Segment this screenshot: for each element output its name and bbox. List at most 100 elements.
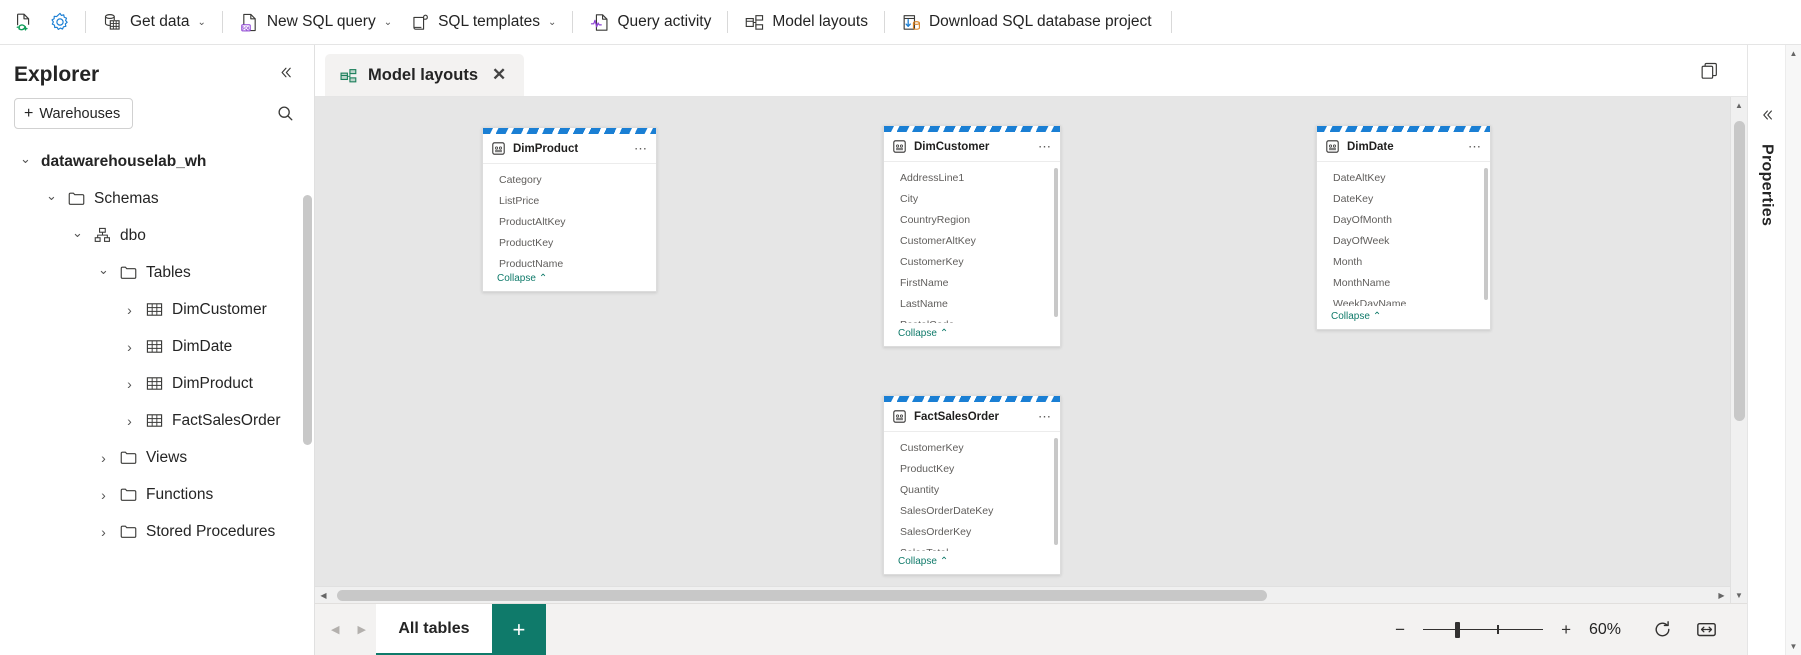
- tree-item-schemas[interactable]: ⌄ Schemas: [0, 180, 314, 217]
- tree-item-factsalesorder[interactable]: › FactSalesOrder: [0, 402, 314, 439]
- page-scrollbar[interactable]: ▲ ▼: [1785, 45, 1801, 655]
- entity-card-dimdate[interactable]: DimDate ⋯ DateAltKey DateKey DayOfMonth DayOf…: [1316, 125, 1491, 330]
- entity-field[interactable]: DayOfWeek: [1317, 230, 1490, 251]
- chevron-right-icon[interactable]: ›: [96, 450, 111, 466]
- model-diagram-canvas[interactable]: DimProduct ⋯ Category ListPrice ProductAltKe…: [315, 97, 1730, 586]
- entity-field[interactable]: ListPrice: [483, 190, 656, 211]
- copy-layouts-button[interactable]: [1694, 55, 1725, 86]
- next-page-button[interactable]: ▶: [353, 619, 369, 640]
- model-layouts-button[interactable]: Model layouts: [735, 6, 877, 38]
- entity-field[interactable]: Quantity: [884, 479, 1060, 500]
- entity-field[interactable]: WeekDayName: [1317, 293, 1490, 307]
- chevron-right-icon[interactable]: ›: [122, 376, 137, 392]
- tree-item-stored-procedures[interactable]: › Stored Procedures: [0, 513, 314, 550]
- entity-card-factsalesorder[interactable]: FactSalesOrder ⋯ CustomerKey ProductKey Quan…: [883, 395, 1061, 575]
- chevron-right-icon[interactable]: ›: [122, 413, 137, 429]
- entity-card-collapse-button[interactable]: Collapse ⌃: [1317, 306, 1490, 329]
- page-scroll-down-arrow[interactable]: ▼: [1790, 642, 1798, 651]
- download-sql-project-button[interactable]: Download SQL database project: [892, 6, 1161, 38]
- page-tab-all-tables[interactable]: All tables: [375, 604, 492, 655]
- zoom-out-button[interactable]: −: [1393, 620, 1407, 640]
- zoom-slider-knob[interactable]: [1455, 621, 1460, 638]
- chevron-right-icon[interactable]: ›: [96, 524, 111, 540]
- entity-card-collapse-button[interactable]: Collapse ⌃: [884, 323, 1060, 346]
- get-data-button[interactable]: Get data ⌄: [93, 6, 215, 38]
- chevron-right-icon[interactable]: ›: [122, 339, 137, 355]
- entity-card-more-button[interactable]: ⋯: [1468, 140, 1482, 153]
- reset-zoom-button[interactable]: [1649, 616, 1676, 643]
- entity-card-collapse-button[interactable]: Collapse ⌃: [884, 551, 1060, 574]
- entity-card-header[interactable]: FactSalesOrder ⋯: [884, 402, 1060, 432]
- sql-templates-button[interactable]: SQL templates ⌄: [401, 6, 565, 38]
- tree-item-datawarehouselab-wh[interactable]: ⌄ datawarehouselab_wh: [0, 143, 314, 180]
- entity-field[interactable]: DayOfMonth: [1317, 209, 1490, 230]
- entity-card-collapse-button[interactable]: Collapse ⌃: [483, 268, 656, 291]
- previous-page-button[interactable]: ◀: [327, 619, 343, 640]
- entity-field[interactable]: ProductKey: [483, 232, 656, 253]
- chevron-right-icon[interactable]: ›: [122, 302, 137, 318]
- entity-field[interactable]: CustomerAltKey: [884, 230, 1060, 251]
- add-warehouses-button[interactable]: + Warehouses: [14, 98, 134, 129]
- entity-field[interactable]: CountryRegion: [884, 209, 1060, 230]
- h-scroll-thumb[interactable]: [337, 590, 1267, 601]
- entity-card-header[interactable]: DimDate ⋯: [1317, 132, 1490, 162]
- fit-to-screen-button[interactable]: [1692, 615, 1721, 644]
- chevron-down-icon[interactable]: ⌄: [96, 262, 111, 278]
- query-activity-button[interactable]: Query activity: [580, 6, 720, 38]
- new-sql-query-button[interactable]: SQL New SQL query ⌄: [230, 6, 401, 38]
- zoom-slider[interactable]: [1423, 621, 1544, 639]
- settings-button[interactable]: [42, 6, 78, 38]
- collapse-explorer-button[interactable]: [271, 61, 300, 88]
- entity-field[interactable]: AddressLine1: [884, 167, 1060, 188]
- entity-field[interactable]: SalesTotal: [884, 542, 1060, 552]
- zoom-in-button[interactable]: +: [1559, 620, 1573, 640]
- entity-card-scrollbar[interactable]: [1054, 438, 1058, 545]
- properties-label[interactable]: Properties: [1758, 144, 1776, 226]
- chevron-right-icon[interactable]: ›: [96, 487, 111, 503]
- entity-field[interactable]: SalesOrderDateKey: [884, 500, 1060, 521]
- entity-card-dimproduct[interactable]: DimProduct ⋯ Category ListPrice ProductAltKe…: [482, 127, 657, 292]
- entity-card-scrollbar[interactable]: [1484, 168, 1488, 300]
- tab-model-layouts[interactable]: Model layouts ✕: [325, 54, 525, 96]
- tree-item-dimproduct[interactable]: › DimProduct: [0, 365, 314, 402]
- chevron-down-icon[interactable]: ⌄: [44, 188, 59, 204]
- scroll-up-arrow[interactable]: ▲: [1735, 97, 1743, 113]
- canvas-vertical-scrollbar[interactable]: ▲ ▼: [1730, 97, 1747, 603]
- entity-card-more-button[interactable]: ⋯: [1038, 410, 1052, 423]
- entity-field[interactable]: SalesOrderKey: [884, 521, 1060, 542]
- entity-field[interactable]: LastName: [884, 293, 1060, 314]
- scroll-down-arrow[interactable]: ▼: [1735, 587, 1743, 603]
- entity-card-more-button[interactable]: ⋯: [634, 142, 648, 155]
- entity-field[interactable]: ProductKey: [884, 458, 1060, 479]
- entity-card-scrollbar[interactable]: [1054, 168, 1058, 317]
- close-tab-button[interactable]: ✕: [488, 63, 510, 87]
- search-button[interactable]: [271, 99, 300, 128]
- add-page-button[interactable]: +: [491, 604, 546, 655]
- tree-item-tables[interactable]: ⌄ Tables: [0, 254, 314, 291]
- entity-field[interactable]: DateKey: [1317, 188, 1490, 209]
- entity-card-more-button[interactable]: ⋯: [1038, 140, 1052, 153]
- entity-field[interactable]: DateAltKey: [1317, 167, 1490, 188]
- tree-item-views[interactable]: › Views: [0, 439, 314, 476]
- explorer-scroll-thumb[interactable]: [303, 195, 312, 445]
- entity-field[interactable]: City: [884, 188, 1060, 209]
- entity-field[interactable]: Month: [1317, 251, 1490, 272]
- refresh-page-button[interactable]: [6, 6, 42, 38]
- explorer-scrollbar[interactable]: [303, 195, 312, 445]
- entity-card-header[interactable]: DimProduct ⋯: [483, 134, 656, 164]
- tree-item-dbo[interactable]: ⌄ dbo: [0, 217, 314, 254]
- entity-field[interactable]: ProductAltKey: [483, 211, 656, 232]
- canvas-horizontal-scrollbar[interactable]: ◀ ▶: [315, 586, 1730, 603]
- scroll-left-arrow[interactable]: ◀: [315, 591, 332, 600]
- tree-item-functions[interactable]: › Functions: [0, 476, 314, 513]
- expand-properties-button[interactable]: [1755, 103, 1779, 130]
- entity-field[interactable]: CustomerKey: [884, 437, 1060, 458]
- scroll-right-arrow[interactable]: ▶: [1713, 591, 1730, 600]
- tree-item-dimdate[interactable]: › DimDate: [0, 328, 314, 365]
- entity-card-header[interactable]: DimCustomer ⋯: [884, 132, 1060, 162]
- entity-card-dimcustomer[interactable]: DimCustomer ⋯ AddressLine1 City CountryRegio…: [883, 125, 1061, 347]
- chevron-down-icon[interactable]: ⌄: [18, 151, 33, 167]
- page-scroll-up-arrow[interactable]: ▲: [1790, 49, 1798, 58]
- entity-field[interactable]: ProductName: [483, 253, 656, 269]
- v-scroll-thumb[interactable]: [1734, 121, 1745, 421]
